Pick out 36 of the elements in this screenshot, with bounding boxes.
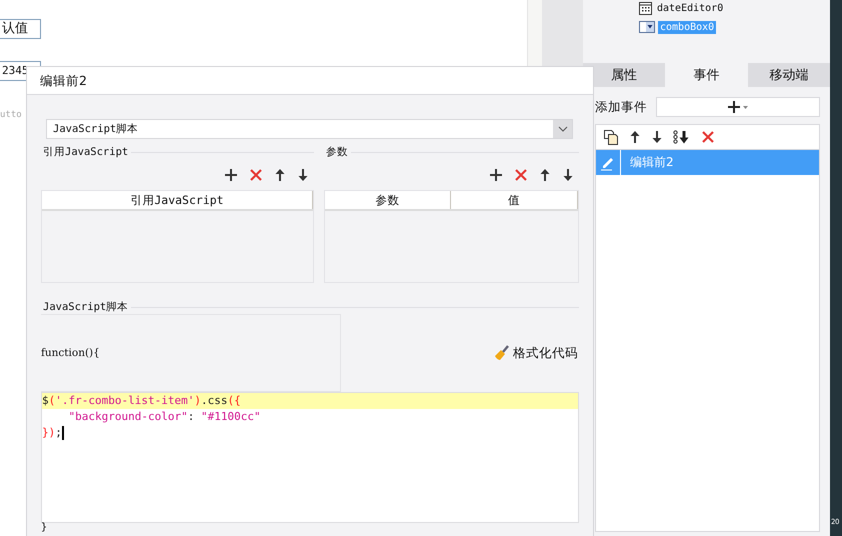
type-dropdown[interactable]: JavaScript脚本	[46, 119, 573, 139]
format-code-button[interactable]: 格式化代码	[494, 344, 578, 362]
section-title: 参数	[324, 145, 348, 159]
arrow-down-icon[interactable]	[651, 130, 663, 144]
plus-caret-icon	[727, 100, 749, 114]
text-field[interactable]: 认值	[0, 19, 41, 39]
arrow-up-icon[interactable]	[629, 130, 641, 144]
add-icon[interactable]	[489, 168, 503, 182]
broom-icon	[494, 345, 510, 361]
tree-item[interactable]: dateEditor0	[655, 2, 726, 14]
code-line: "background-color": "#1100cc"	[68, 409, 262, 425]
text-cursor	[62, 426, 64, 440]
arrow-up-icon[interactable]	[539, 168, 551, 182]
code-line: });	[42, 425, 65, 441]
code-editor[interactable]: $('.fr-combo-list-item').css({ "background-color": "#1100cc" });	[41, 392, 579, 523]
chevron-down-icon[interactable]	[558, 126, 568, 132]
dialog-title: 编辑前2	[27, 67, 593, 95]
copy-icon[interactable]	[603, 129, 619, 145]
arrow-down-icon[interactable]	[562, 168, 574, 182]
button-label: utto	[0, 110, 22, 120]
column-header[interactable]: 值	[451, 191, 578, 209]
panel-tab[interactable]: 移动端	[748, 63, 830, 87]
column-header[interactable]: 参数	[324, 191, 452, 209]
code-text: }	[41, 523, 48, 533]
add-icon[interactable]	[224, 168, 238, 182]
section-title: JavaScript脚本	[42, 300, 128, 314]
column-header[interactable]: 引用JavaScript	[42, 191, 313, 209]
delete-icon[interactable]	[248, 168, 263, 182]
move-to-bottom-icon[interactable]	[673, 130, 691, 144]
delete-icon[interactable]	[514, 168, 528, 182]
delete-icon[interactable]	[701, 130, 715, 144]
dropdown-field-icon	[639, 21, 655, 33]
arrow-up-icon[interactable]	[274, 168, 286, 182]
arrow-down-icon[interactable]	[296, 168, 309, 182]
add-event-label: 添加事件	[595, 98, 647, 116]
section-title: 引用JavaScript	[42, 145, 128, 159]
